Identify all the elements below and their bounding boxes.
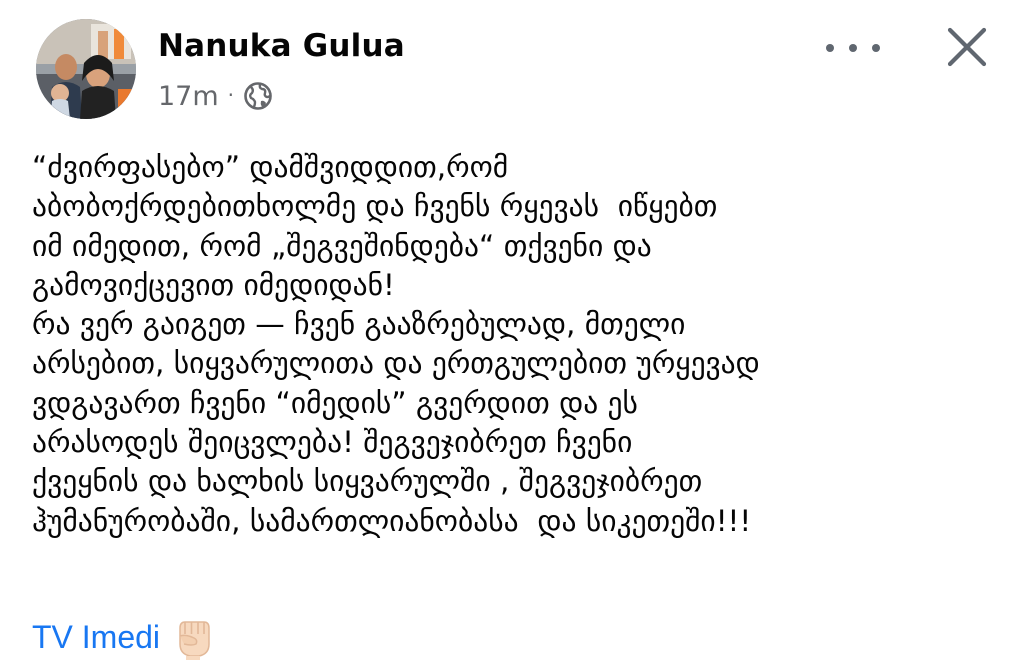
post-body-line: აბობოქრდებითხოლმე და ჩვენს რყევას იწყებთ xyxy=(32,189,718,224)
meta-separator: · xyxy=(227,83,235,107)
more-dot xyxy=(826,44,834,52)
post-body-line: არსებით, სიყვარულითა და ერთგულებით ურყევ… xyxy=(32,346,760,381)
author-name[interactable]: Nanuka Gulua xyxy=(158,28,405,64)
post-body-line: ჰუმანურობაში, სამართლიანობასა და სიკეთეშ… xyxy=(32,503,752,538)
close-icon[interactable] xyxy=(944,24,990,70)
avatar-photo xyxy=(36,19,136,119)
post-body-line: იმ იმედით, რომ „შეგვეშინდება“ თქვენი და xyxy=(32,228,652,263)
post-body-line: გამოვიქცევით იმედიდან! xyxy=(32,267,395,302)
post-body-line: ქვეყნის და ხალხის სიყვარულში , შეგვეჯიბრ… xyxy=(32,464,703,499)
avatar[interactable] xyxy=(36,19,136,119)
post-meta: 17m · xyxy=(158,78,273,114)
more-dot xyxy=(872,44,880,52)
post-header: Nanuka Gulua 17m · xyxy=(0,0,1024,130)
more-horizontal-icon[interactable] xyxy=(826,30,880,66)
tag-row: TV Imedi xyxy=(32,614,214,660)
post-body-line: არასოდეს შეიცვლება! შეგვეჯიბრეთ ჩვენი xyxy=(32,425,633,460)
post-body-text: “ძვირფასებო” დამშვიდდით,რომ აბობოქრდებით… xyxy=(32,148,1012,541)
globe-icon[interactable] xyxy=(243,81,273,111)
tagged-page-link[interactable]: TV Imedi xyxy=(32,619,160,656)
raised-fist-icon xyxy=(172,614,214,660)
post-body-line: “ძვირფასებო” დამშვიდდით,რომ xyxy=(32,150,509,184)
post-body-line: რა ვერ გაიგეთ — ჩვენ გააზრებულად, მთელი xyxy=(32,307,686,342)
more-dot xyxy=(849,44,857,52)
post-time[interactable]: 17m xyxy=(158,81,219,112)
post-body-line: ვდგავართ ჩვენი “იმედის” გვერდით და ეს xyxy=(32,385,638,420)
